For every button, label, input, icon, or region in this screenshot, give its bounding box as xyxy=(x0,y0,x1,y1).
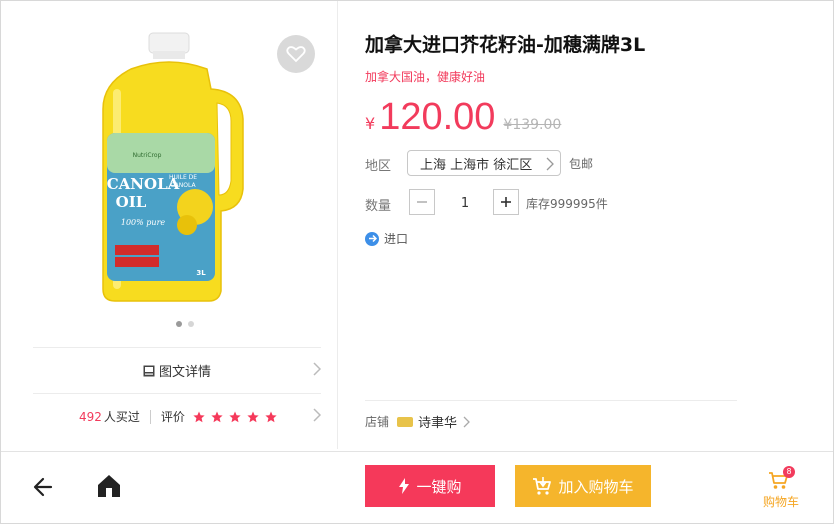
import-tag: 进口 xyxy=(365,230,408,247)
label-huile-text: HUILE DE xyxy=(169,174,197,181)
stock-info: 库存999995件 xyxy=(526,197,608,211)
detail-link-label: 图文详情 xyxy=(158,365,211,380)
rating-label: 评价 xyxy=(160,410,185,424)
divider xyxy=(365,400,737,401)
current-price: 120.00 xyxy=(379,96,496,138)
cart-count-badge: 8 xyxy=(783,466,795,478)
cart-tab-label: 购物车 xyxy=(762,495,799,509)
divider xyxy=(149,409,151,424)
shop-logo-icon xyxy=(397,416,414,427)
shop-label: 店铺 xyxy=(365,415,390,429)
chevron-right-icon xyxy=(313,408,321,422)
label-size-text: 3L xyxy=(196,269,206,277)
currency-symbol: ¥ xyxy=(365,114,376,133)
cart-tab[interactable]: 8 购物车 xyxy=(756,466,806,512)
shop-link[interactable]: 店铺 诗聿华 xyxy=(365,412,471,431)
detail-link-row[interactable]: 图文详情 xyxy=(33,347,321,393)
home-icon xyxy=(98,475,120,497)
star-icon xyxy=(229,411,241,422)
quantity-value[interactable]: 1 xyxy=(455,196,475,211)
add-to-cart-label: 加入购物车 xyxy=(558,478,634,496)
bottom-action-bar: 一键购 加入购物车 8 购物车 xyxy=(1,451,833,523)
quantity-decrease-button[interactable] xyxy=(409,189,435,215)
product-title: 加拿大进口芥花籽油-加穗满牌3L xyxy=(365,34,646,56)
star-icon xyxy=(193,411,205,422)
label-sub-text: CANOLA xyxy=(170,182,196,189)
gallery-dot[interactable] xyxy=(188,321,194,327)
heart-icon xyxy=(286,46,306,63)
label-brand-text: NutriCrop xyxy=(133,152,162,159)
bought-label: 人买过 xyxy=(103,410,140,424)
chevron-right-icon xyxy=(313,362,321,376)
plus-icon xyxy=(501,197,511,207)
quantity-increase-button[interactable] xyxy=(493,189,519,215)
favorite-button[interactable] xyxy=(277,35,315,73)
region-selector[interactable]: 上海 上海市 徐汇区 xyxy=(407,150,561,176)
buy-now-label: 一键购 xyxy=(416,478,462,496)
region-label: 地区 xyxy=(365,159,392,174)
lightning-icon xyxy=(399,478,410,494)
shipping-info: 包邮 xyxy=(569,157,594,171)
label-pure-text: 100% pure xyxy=(121,218,166,227)
chevron-right-icon xyxy=(463,416,470,427)
gallery-pagination xyxy=(176,321,194,327)
product-gallery-panel: CANOLA OIL HUILE DE CANOLA NutriCrop 100… xyxy=(1,1,338,449)
quantity-label: 数量 xyxy=(365,199,392,214)
plane-icon xyxy=(365,231,379,246)
home-button[interactable] xyxy=(95,472,123,500)
buy-now-button[interactable]: 一键购 xyxy=(365,465,495,507)
region-value: 上海 上海市 徐汇区 xyxy=(420,157,533,173)
original-price: ¥139.00 xyxy=(503,117,562,133)
product-image[interactable]: CANOLA OIL HUILE DE CANOLA NutriCrop 100… xyxy=(91,29,261,305)
minus-icon xyxy=(417,201,427,203)
label-oil-text: OIL xyxy=(116,193,147,211)
review-summary-row[interactable]: 492 人买过 评价 xyxy=(33,393,321,439)
image-text-icon xyxy=(143,365,155,376)
price-row: ¥ 120.00 ¥139.00 xyxy=(365,96,561,139)
shop-name: 诗聿华 xyxy=(418,416,458,431)
back-button[interactable] xyxy=(31,474,57,500)
star-icon xyxy=(265,411,277,422)
add-to-cart-button[interactable]: 加入购物车 xyxy=(515,465,651,507)
rating-stars xyxy=(193,411,277,423)
star-icon xyxy=(247,411,259,422)
chevron-right-icon xyxy=(546,157,554,171)
product-subtitle: 加拿大国油，健康好油 xyxy=(365,70,486,84)
bought-count: 492 xyxy=(79,409,102,424)
star-icon xyxy=(211,411,223,422)
arrow-left-icon xyxy=(33,477,53,497)
gallery-dot-active[interactable] xyxy=(176,321,182,327)
cart-plus-icon xyxy=(533,477,552,495)
import-tag-label: 进口 xyxy=(384,232,409,246)
